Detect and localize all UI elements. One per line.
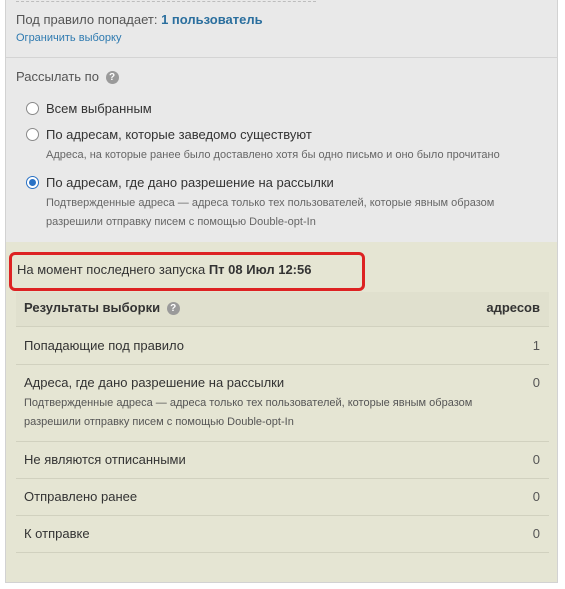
table-row-label: Попадающие под правило (24, 338, 185, 353)
radio-button[interactable] (26, 102, 39, 115)
row-divider (16, 552, 549, 553)
row-divider (16, 478, 549, 479)
table-row-description: Подтвержденные адреса — адреса только те… (24, 397, 473, 428)
table-row-label: Не являются отписанными (24, 452, 186, 467)
table-row-value: 0 (532, 375, 540, 390)
last-run-date: Пт 08 Июл 12:56 (208, 262, 312, 277)
row-divider (16, 515, 549, 516)
table-row-value: 0 (532, 452, 540, 467)
results-header-value: адресов (486, 300, 540, 315)
radio-label: По адресам, которые заведомо существуют (46, 127, 312, 142)
radio-option-existing-addresses[interactable]: По адресам, которые заведомо существуют (26, 127, 312, 142)
radio-option-description: Подтвержденные адреса — адреса только те… (46, 197, 495, 228)
send-by-label-group: Рассылать по ? (16, 69, 119, 84)
row-divider (16, 326, 549, 327)
section-divider (6, 57, 558, 58)
rule-summary: Под правило попадает: 1 пользователь (16, 12, 263, 27)
dashed-separator (16, 1, 316, 2)
table-row-label: К отправке (24, 526, 90, 541)
radio-button[interactable] (26, 128, 39, 141)
table-row-label: Отправлено ранее (24, 489, 138, 504)
radio-button-checked[interactable] (26, 176, 39, 189)
radio-label: Всем выбранным (46, 101, 152, 116)
help-icon[interactable]: ? (105, 71, 119, 84)
send-by-label: Рассылать по (16, 69, 99, 84)
radio-label: По адресам, где дано разрешение на рассы… (46, 175, 334, 190)
table-row-value: 0 (532, 526, 540, 541)
table-row-value: 1 (532, 338, 540, 353)
last-run-info: На момент последнего запуска Пт 08 Июл 1… (17, 262, 311, 277)
radio-option-description: Адреса, на которые ранее было доставлено… (46, 149, 500, 161)
table-row-value: 0 (532, 489, 540, 504)
matched-users-count: 1 пользователь (161, 12, 263, 27)
radio-option-all-selected[interactable]: Всем выбранным (26, 101, 152, 116)
row-divider (16, 364, 549, 365)
radio-option-permitted-addresses[interactable]: По адресам, где дано разрешение на рассы… (26, 175, 334, 190)
limit-selection-link[interactable]: Ограничить выборку (16, 32, 121, 44)
results-header-label: Результаты выборки (24, 300, 161, 315)
help-icon[interactable]: ? (166, 302, 180, 315)
results-header-label-group: Результаты выборки ? (24, 300, 180, 315)
rule-summary-prefix: Под правило попадает: (16, 12, 158, 27)
row-divider (16, 441, 549, 442)
last-run-prefix: На момент последнего запуска (17, 262, 206, 277)
table-row-label: Адреса, где дано разрешение на рассылки (24, 375, 285, 390)
